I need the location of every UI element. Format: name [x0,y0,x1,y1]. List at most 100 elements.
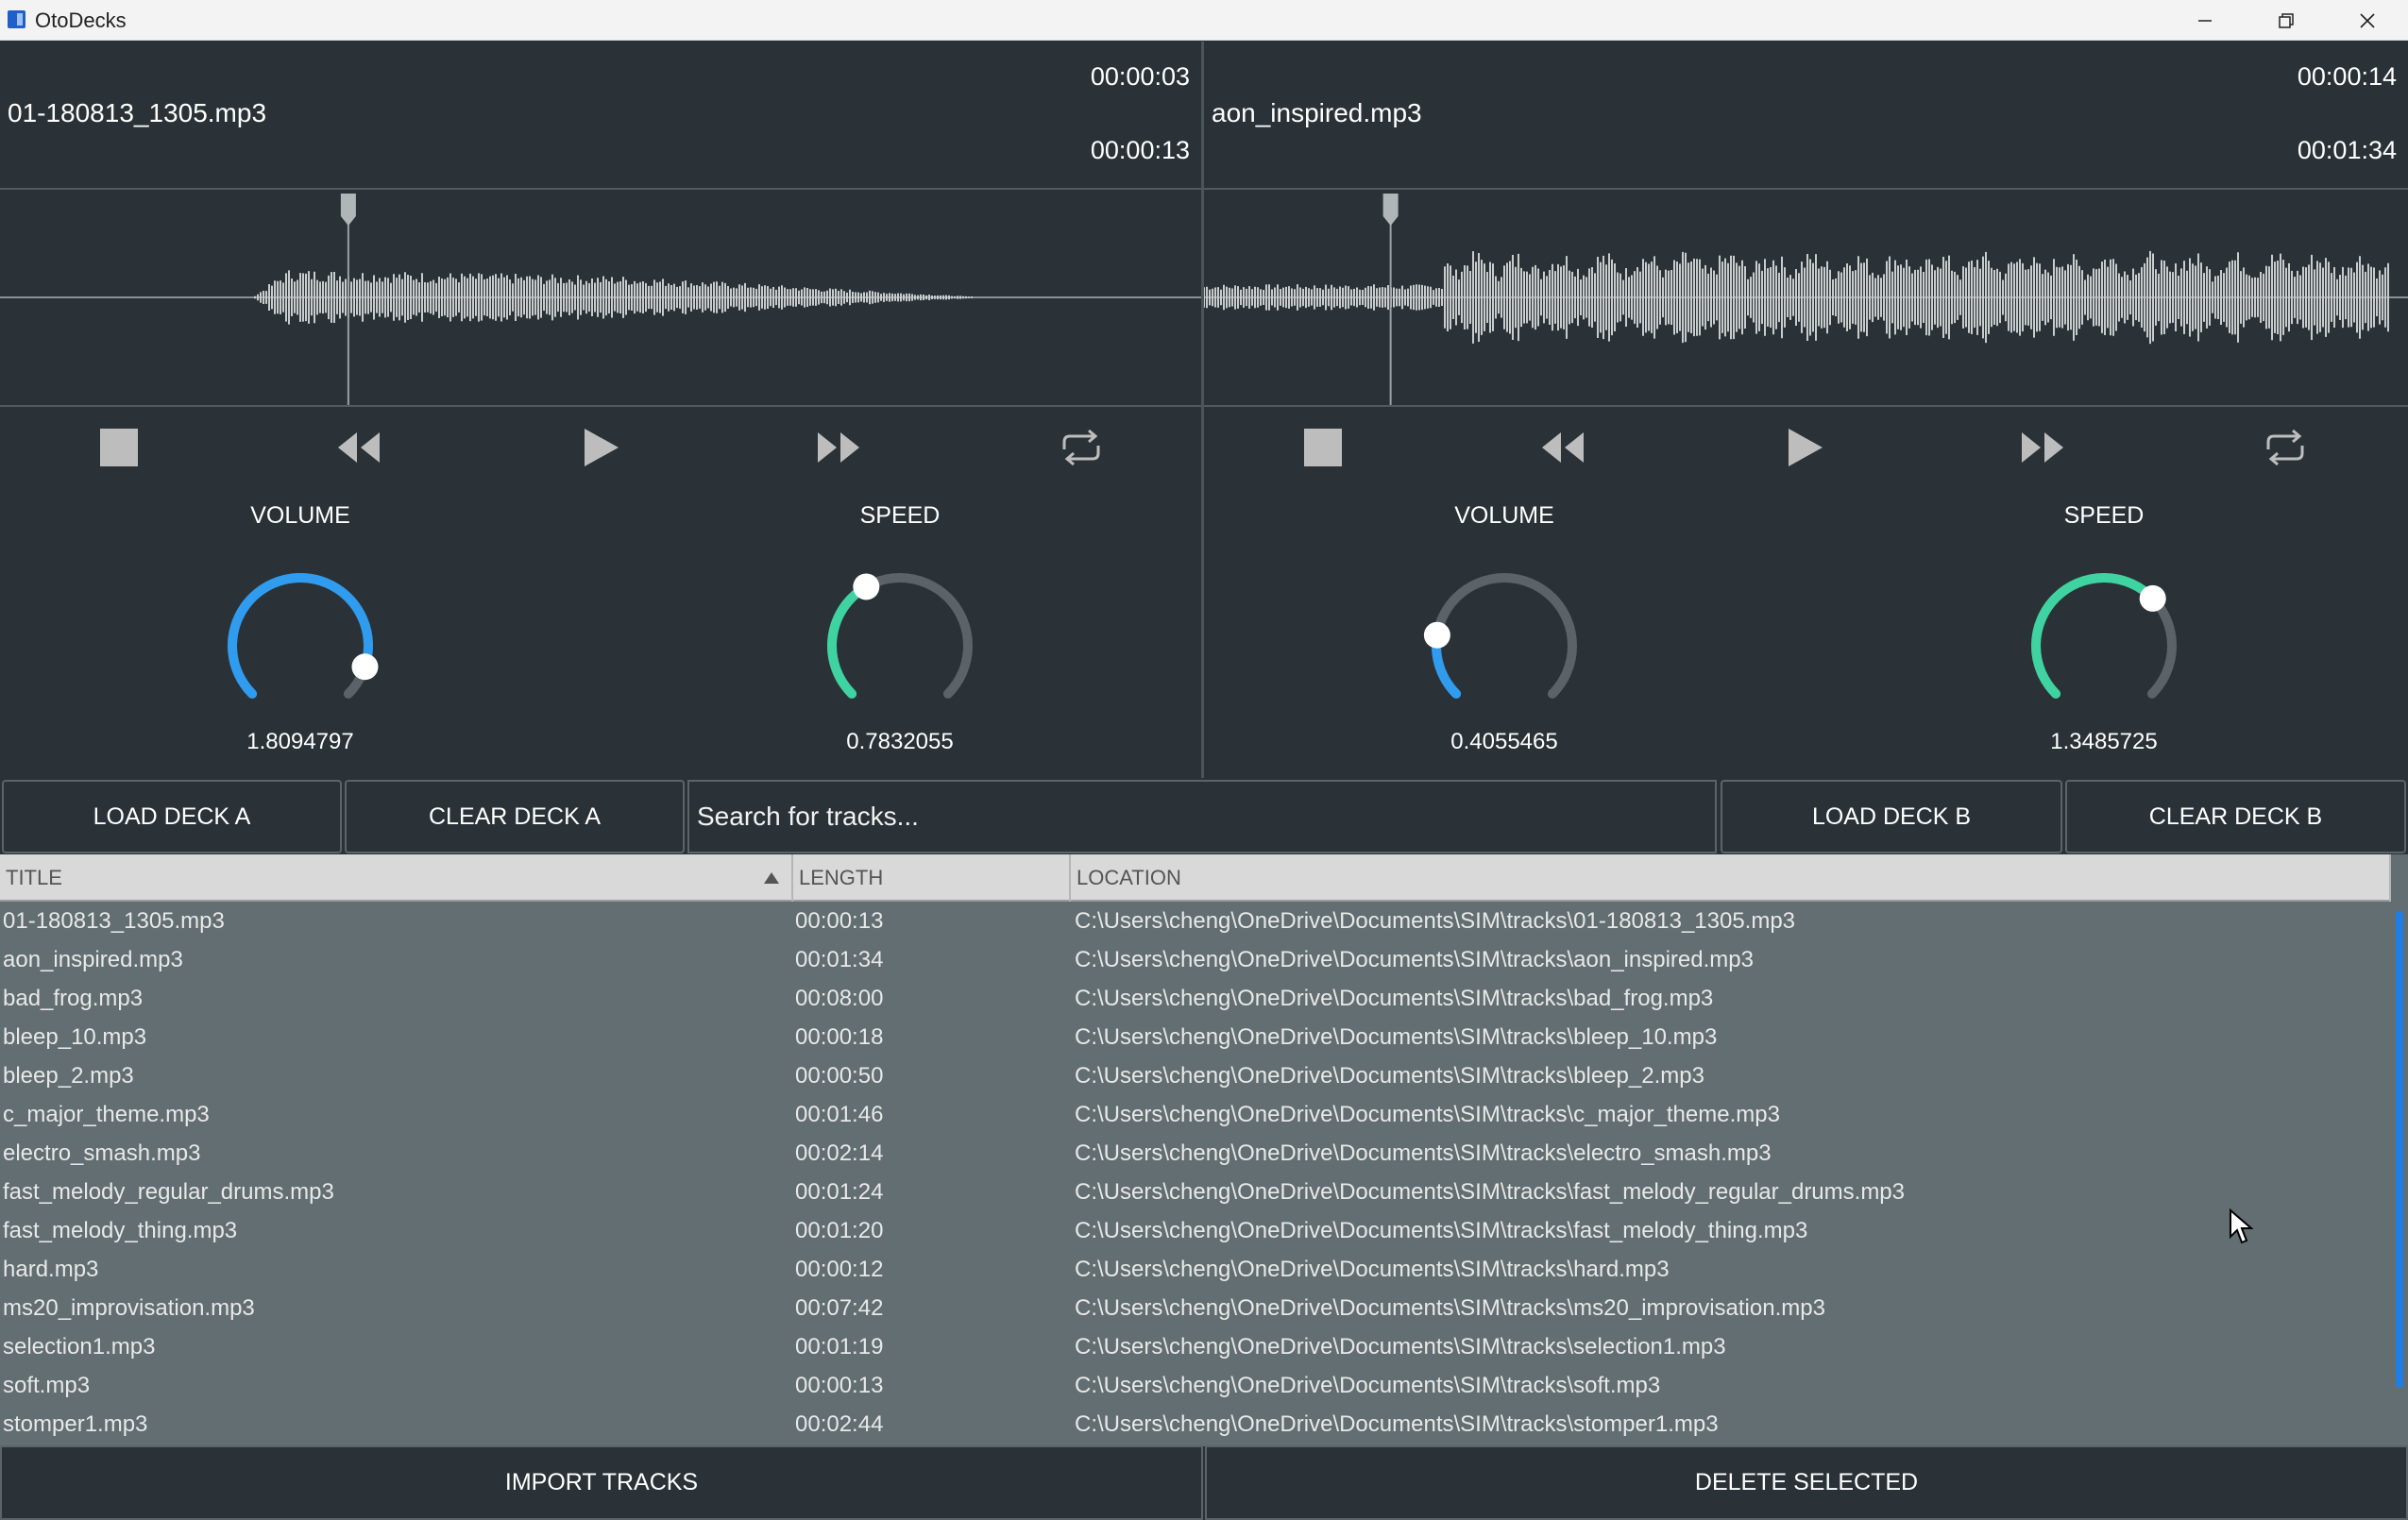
stop-icon [100,429,138,466]
table-cell-length: 00:07:42 [795,1295,884,1321]
waveform-samples [1204,250,2389,345]
deck-a-rewind-button[interactable] [331,419,387,476]
table-row[interactable]: soft.mp3 00:00:13 C:\Users\cheng\OneDrive\… [0,1368,2389,1407]
deck-b-waveform-graphic [1204,194,2408,405]
playhead-marker[interactable] [340,194,356,226]
table-cell-length: 00:02:44 [795,1411,884,1437]
table-cell-length: 00:01:24 [795,1179,884,1205]
table-row[interactable]: bad_frog.mp3 00:08:00 C:\Users\cheng\OneDr… [0,981,2389,1020]
deck-b-speed-knob[interactable] [2009,551,2198,740]
table-row[interactable]: ms20_improvisation.mp3 00:07:42 C:\Users\c… [0,1291,2389,1329]
table-cell-length: 00:01:46 [795,1102,884,1127]
column-header-location-label: LOCATION [1077,866,1181,889]
restore-icon [2279,12,2294,28]
deck-b-stop-button[interactable] [1295,419,1351,476]
table-header: TITLE LENGTH LOCATION [0,854,2391,902]
close-icon [2360,12,2375,28]
minimize-button[interactable] [2164,0,2246,41]
delete-selected-button[interactable]: DELETE SELECTED [1205,1445,2408,1520]
deck-a-volume-dial [228,573,379,699]
deck-b-volume-knob[interactable] [1410,551,1599,740]
knob-fill [2031,573,2158,699]
knob-handle[interactable] [351,653,379,681]
knob-handle[interactable] [853,573,880,600]
deck-b-elapsed-time: 00:00:14 [2297,62,2397,91]
table-cell-length: 00:08:00 [795,986,884,1011]
table-row[interactable]: bleep_2.mp3 00:00:50 C:\Users\cheng\OneDri… [0,1058,2389,1097]
table-cell-location: C:\Users\cheng\OneDrive\Documents\SIM\tr… [1075,1024,1718,1050]
track-table: TITLE LENGTH LOCATION 01-180813_1305.mp3… [0,854,2408,1446]
table-cell-length: 00:00:12 [795,1257,884,1282]
load-deck-b-button[interactable]: LOAD DECK B [1721,780,2062,853]
load-deck-a-button[interactable]: LOAD DECK A [2,780,342,853]
deck-a-stop-button[interactable] [91,419,147,476]
deck-a-track-name: 01-180813_1305.mp3 [8,98,267,127]
deck-b-track-length: 00:01:34 [2297,136,2397,164]
table-scrollbar[interactable] [2392,902,2408,1446]
deck-a-volume-knob[interactable] [206,551,395,740]
table-cell-title: soft.mp3 [3,1373,91,1398]
table-cell-location: C:\Users\cheng\OneDrive\Documents\SIM\tr… [1075,1334,1726,1360]
table-row[interactable]: bleep_10.mp3 00:00:18 C:\Users\cheng\OneDr… [0,1020,2389,1058]
table-cell-length: 00:02:14 [795,1140,884,1166]
fast-forward-icon [2022,432,2063,463]
column-header-title[interactable]: TITLE [0,854,793,902]
clear-deck-b-button[interactable]: CLEAR DECK B [2065,780,2406,853]
deck-a-track-length: 00:00:13 [1090,136,1190,164]
table-cell-location: C:\Users\cheng\OneDrive\Documents\SIM\tr… [1075,1179,1905,1205]
table-row[interactable]: fast_melody_thing.mp3 00:01:20 C:\Users\ch… [0,1213,2389,1252]
scrollbar-thumb[interactable] [2396,911,2403,1388]
deck-b-speed-label: SPEED [2063,502,2145,529]
deck-a-play-button[interactable] [571,419,628,476]
deck-b-fast-forward-button[interactable] [2014,419,2071,476]
deck-b-play-button[interactable] [1775,419,1832,476]
deck-a-loop-button[interactable] [1053,419,1110,476]
table-row[interactable]: electro_smash.mp3 00:02:14 C:\Users\cheng\… [0,1136,2389,1174]
table-cell-location: C:\Users\cheng\OneDrive\Documents\SIM\tr… [1075,1257,1670,1282]
deck-b-track-name: aon_inspired.mp3 [1212,98,1422,127]
minimize-icon [2198,19,2212,22]
column-header-location[interactable]: LOCATION [1071,854,2391,902]
deck-a-waveform-graphic [0,194,1201,405]
clear-deck-a-button[interactable]: CLEAR DECK A [345,780,685,853]
table-row[interactable]: fast_melody_regular_drums.mp3 00:01:24 C:\… [0,1174,2389,1213]
knob-handle[interactable] [1423,621,1450,649]
playhead-marker[interactable] [1382,194,1399,226]
deck-a-speed-knob[interactable] [805,551,994,740]
restore-button[interactable] [2246,0,2327,41]
table-cell-location: C:\Users\cheng\OneDrive\Documents\SIM\tr… [1075,986,1714,1011]
play-icon [585,429,619,466]
column-header-length[interactable]: LENGTH [793,854,1071,902]
deck-b-rewind-button[interactable] [1535,419,1591,476]
app-icon [8,10,25,28]
deck-b-loop-button[interactable] [2257,419,2314,476]
sort-ascending-icon [764,872,779,884]
deck-b-waveform[interactable] [1204,188,2408,407]
loop-icon [2266,429,2304,466]
table-row[interactable]: stomper1.mp3 00:02:44 C:\Users\cheng\OneDr… [0,1407,2389,1445]
table-cell-length: 00:01:34 [795,947,884,972]
table-row[interactable]: hard.mp3 00:00:12 C:\Users\cheng\OneDrive\… [0,1252,2389,1291]
deck-a-waveform[interactable] [0,188,1201,407]
table-cell-title: 01-180813_1305.mp3 [3,908,225,934]
close-button[interactable] [2327,0,2408,41]
column-header-title-label: TITLE [6,866,62,889]
deck-b-volume-dial [1423,573,1577,699]
table-cell-title: electro_smash.mp3 [3,1140,201,1166]
column-header-length-label: LENGTH [799,866,884,889]
table-row[interactable]: selection1.mp3 00:01:19 C:\Users\cheng\One… [0,1329,2389,1368]
table-row[interactable]: aon_inspired.mp3 00:01:34 C:\Users\cheng\O… [0,942,2389,981]
deck-a-fast-forward-button[interactable] [810,419,867,476]
table-cell-title: bleep_10.mp3 [3,1024,147,1050]
table-row[interactable]: c_major_theme.mp3 00:01:46 C:\Users\cheng\… [0,1097,2389,1136]
table-cell-length: 00:00:13 [795,908,884,934]
search-input[interactable] [687,780,1717,853]
import-tracks-button[interactable]: IMPORT TRACKS [0,1445,1203,1520]
table-cell-location: C:\Users\cheng\OneDrive\Documents\SIM\tr… [1075,1218,1808,1243]
table-row[interactable]: 01-180813_1305.mp3 00:00:13 C:\Users\cheng… [0,904,2389,942]
knob-handle[interactable] [2139,584,2166,612]
table-body: 01-180813_1305.mp3 00:00:13 C:\Users\cheng… [0,904,2391,1446]
window-title: OtoDecks [35,8,127,32]
mouse-cursor-icon [2230,1208,2253,1244]
deck-b-speed-dial [2031,573,2177,699]
